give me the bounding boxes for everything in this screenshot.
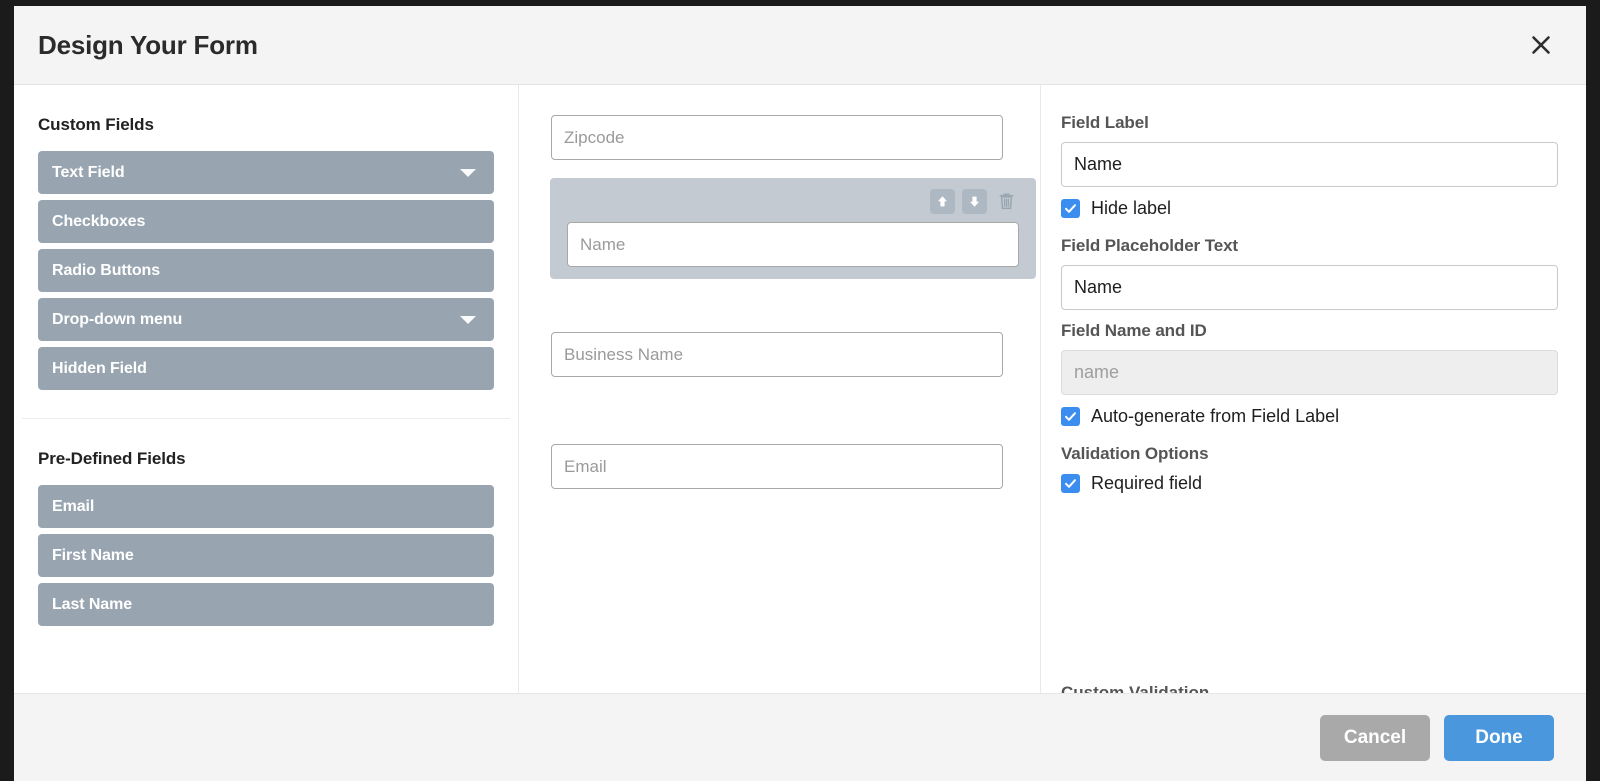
palette-item-label: First Name	[52, 546, 134, 564]
preview-input-placeholder: Name	[580, 234, 626, 254]
preview-input[interactable]: Zipcode	[551, 115, 1003, 160]
palette-item-label: Hidden Field	[52, 359, 147, 377]
palette-item-text-field[interactable]: Text Field	[38, 151, 494, 194]
palette-item-label: Radio Buttons	[52, 261, 161, 279]
field-properties-panel: Field Label Name Hide label Field Placeh…	[1041, 85, 1586, 693]
check-icon[interactable]	[1061, 474, 1080, 493]
preview-input[interactable]: Name	[567, 222, 1019, 267]
preview-spacer	[551, 395, 1008, 430]
arrow-down-icon[interactable]	[962, 188, 987, 214]
close-icon[interactable]	[1524, 28, 1558, 62]
palette-item-label: Checkboxes	[52, 212, 146, 230]
form-preview-panel: Zipcode Name Business Name Email	[519, 85, 1041, 693]
arrow-up-icon[interactable]	[930, 188, 955, 214]
palette-item-checkboxes[interactable]: Checkboxes	[38, 200, 494, 243]
chevron-down-icon	[460, 315, 476, 324]
validation-options-caption: Validation Options	[1061, 444, 1209, 463]
preview-field-toolbar	[560, 188, 1026, 214]
palette-item-radio-buttons[interactable]: Radio Buttons	[38, 249, 494, 292]
field-name-id-value: name	[1074, 362, 1120, 382]
palette-item-last-name[interactable]: Last Name	[38, 583, 494, 626]
predefined-fields-section: Pre-Defined Fields Email First Name Last…	[14, 419, 518, 632]
predefined-fields-title: Pre-Defined Fields	[38, 449, 186, 468]
check-icon[interactable]	[1061, 407, 1080, 426]
field-label-input[interactable]: Name	[1061, 142, 1558, 187]
field-placeholder-group: Field Placeholder Text Name	[1061, 236, 1558, 310]
preview-field-business-name[interactable]: Business Name	[551, 332, 1008, 377]
palette-item-label: Text Field	[52, 163, 125, 181]
field-placeholder-input[interactable]: Name	[1061, 265, 1558, 310]
preview-field-name-selected[interactable]: Name	[550, 178, 1036, 279]
preview-field-zipcode[interactable]: Zipcode	[551, 115, 1008, 160]
chevron-down-icon	[460, 168, 476, 177]
modal-body: Custom Fields Text Field Checkboxes Radi…	[14, 85, 1586, 693]
field-placeholder-value: Name	[1074, 277, 1123, 297]
palette-item-first-name[interactable]: First Name	[38, 534, 494, 577]
trash-icon[interactable]	[994, 189, 1019, 214]
modal-header: Design Your Form	[14, 6, 1586, 85]
field-label-value: Name	[1074, 154, 1123, 174]
custom-fields-title: Custom Fields	[38, 115, 154, 134]
custom-fields-section: Custom Fields Text Field Checkboxes Radi…	[14, 85, 518, 418]
preview-input[interactable]: Business Name	[551, 332, 1003, 377]
design-form-modal: Design Your Form Custom Fields Text Fiel…	[14, 6, 1586, 781]
field-placeholder-caption: Field Placeholder Text	[1061, 236, 1238, 255]
required-field-caption: Required field	[1091, 473, 1203, 493]
field-label-caption: Field Label	[1061, 113, 1149, 132]
palette-item-hidden-field[interactable]: Hidden Field	[38, 347, 494, 390]
field-label-group: Field Label Name Hide label	[1061, 113, 1558, 219]
auto-generate-caption: Auto-generate from Field Label	[1091, 406, 1340, 426]
cancel-button[interactable]: Cancel	[1320, 714, 1430, 761]
modal-footer: Cancel Done	[14, 693, 1586, 781]
palette-item-label: Email	[52, 497, 95, 515]
custom-validation-caption: Custom Validation	[1061, 683, 1210, 693]
field-palette-panel: Custom Fields Text Field Checkboxes Radi…	[14, 85, 519, 693]
hide-label-checkbox-row[interactable]: Hide label	[1061, 198, 1558, 219]
palette-item-label: Drop-down menu	[52, 310, 183, 328]
palette-item-email[interactable]: Email	[38, 485, 494, 528]
palette-item-label: Last Name	[52, 595, 133, 613]
preview-spacer	[551, 430, 1008, 444]
done-button[interactable]: Done	[1444, 714, 1554, 761]
preview-spacer	[551, 297, 1008, 332]
required-field-checkbox-row[interactable]: Required field	[1061, 473, 1558, 494]
validation-options-group: Validation Options Required field	[1061, 444, 1558, 494]
field-name-id-group: Field Name and ID name Auto-generate fro…	[1061, 321, 1558, 427]
preview-input-placeholder: Email	[564, 456, 607, 476]
check-icon[interactable]	[1061, 199, 1080, 218]
page-title: Design Your Form	[38, 29, 258, 60]
field-name-id-input: name	[1061, 350, 1558, 395]
auto-generate-checkbox-row[interactable]: Auto-generate from Field Label	[1061, 406, 1558, 427]
hide-label-caption: Hide label	[1091, 198, 1172, 218]
preview-input[interactable]: Email	[551, 444, 1003, 489]
preview-input-placeholder: Business Name	[564, 344, 684, 364]
preview-input-placeholder: Zipcode	[564, 127, 625, 147]
palette-item-dropdown-menu[interactable]: Drop-down menu	[38, 298, 494, 341]
preview-field-email[interactable]: Email	[551, 444, 1008, 489]
field-name-id-caption: Field Name and ID	[1061, 321, 1207, 340]
